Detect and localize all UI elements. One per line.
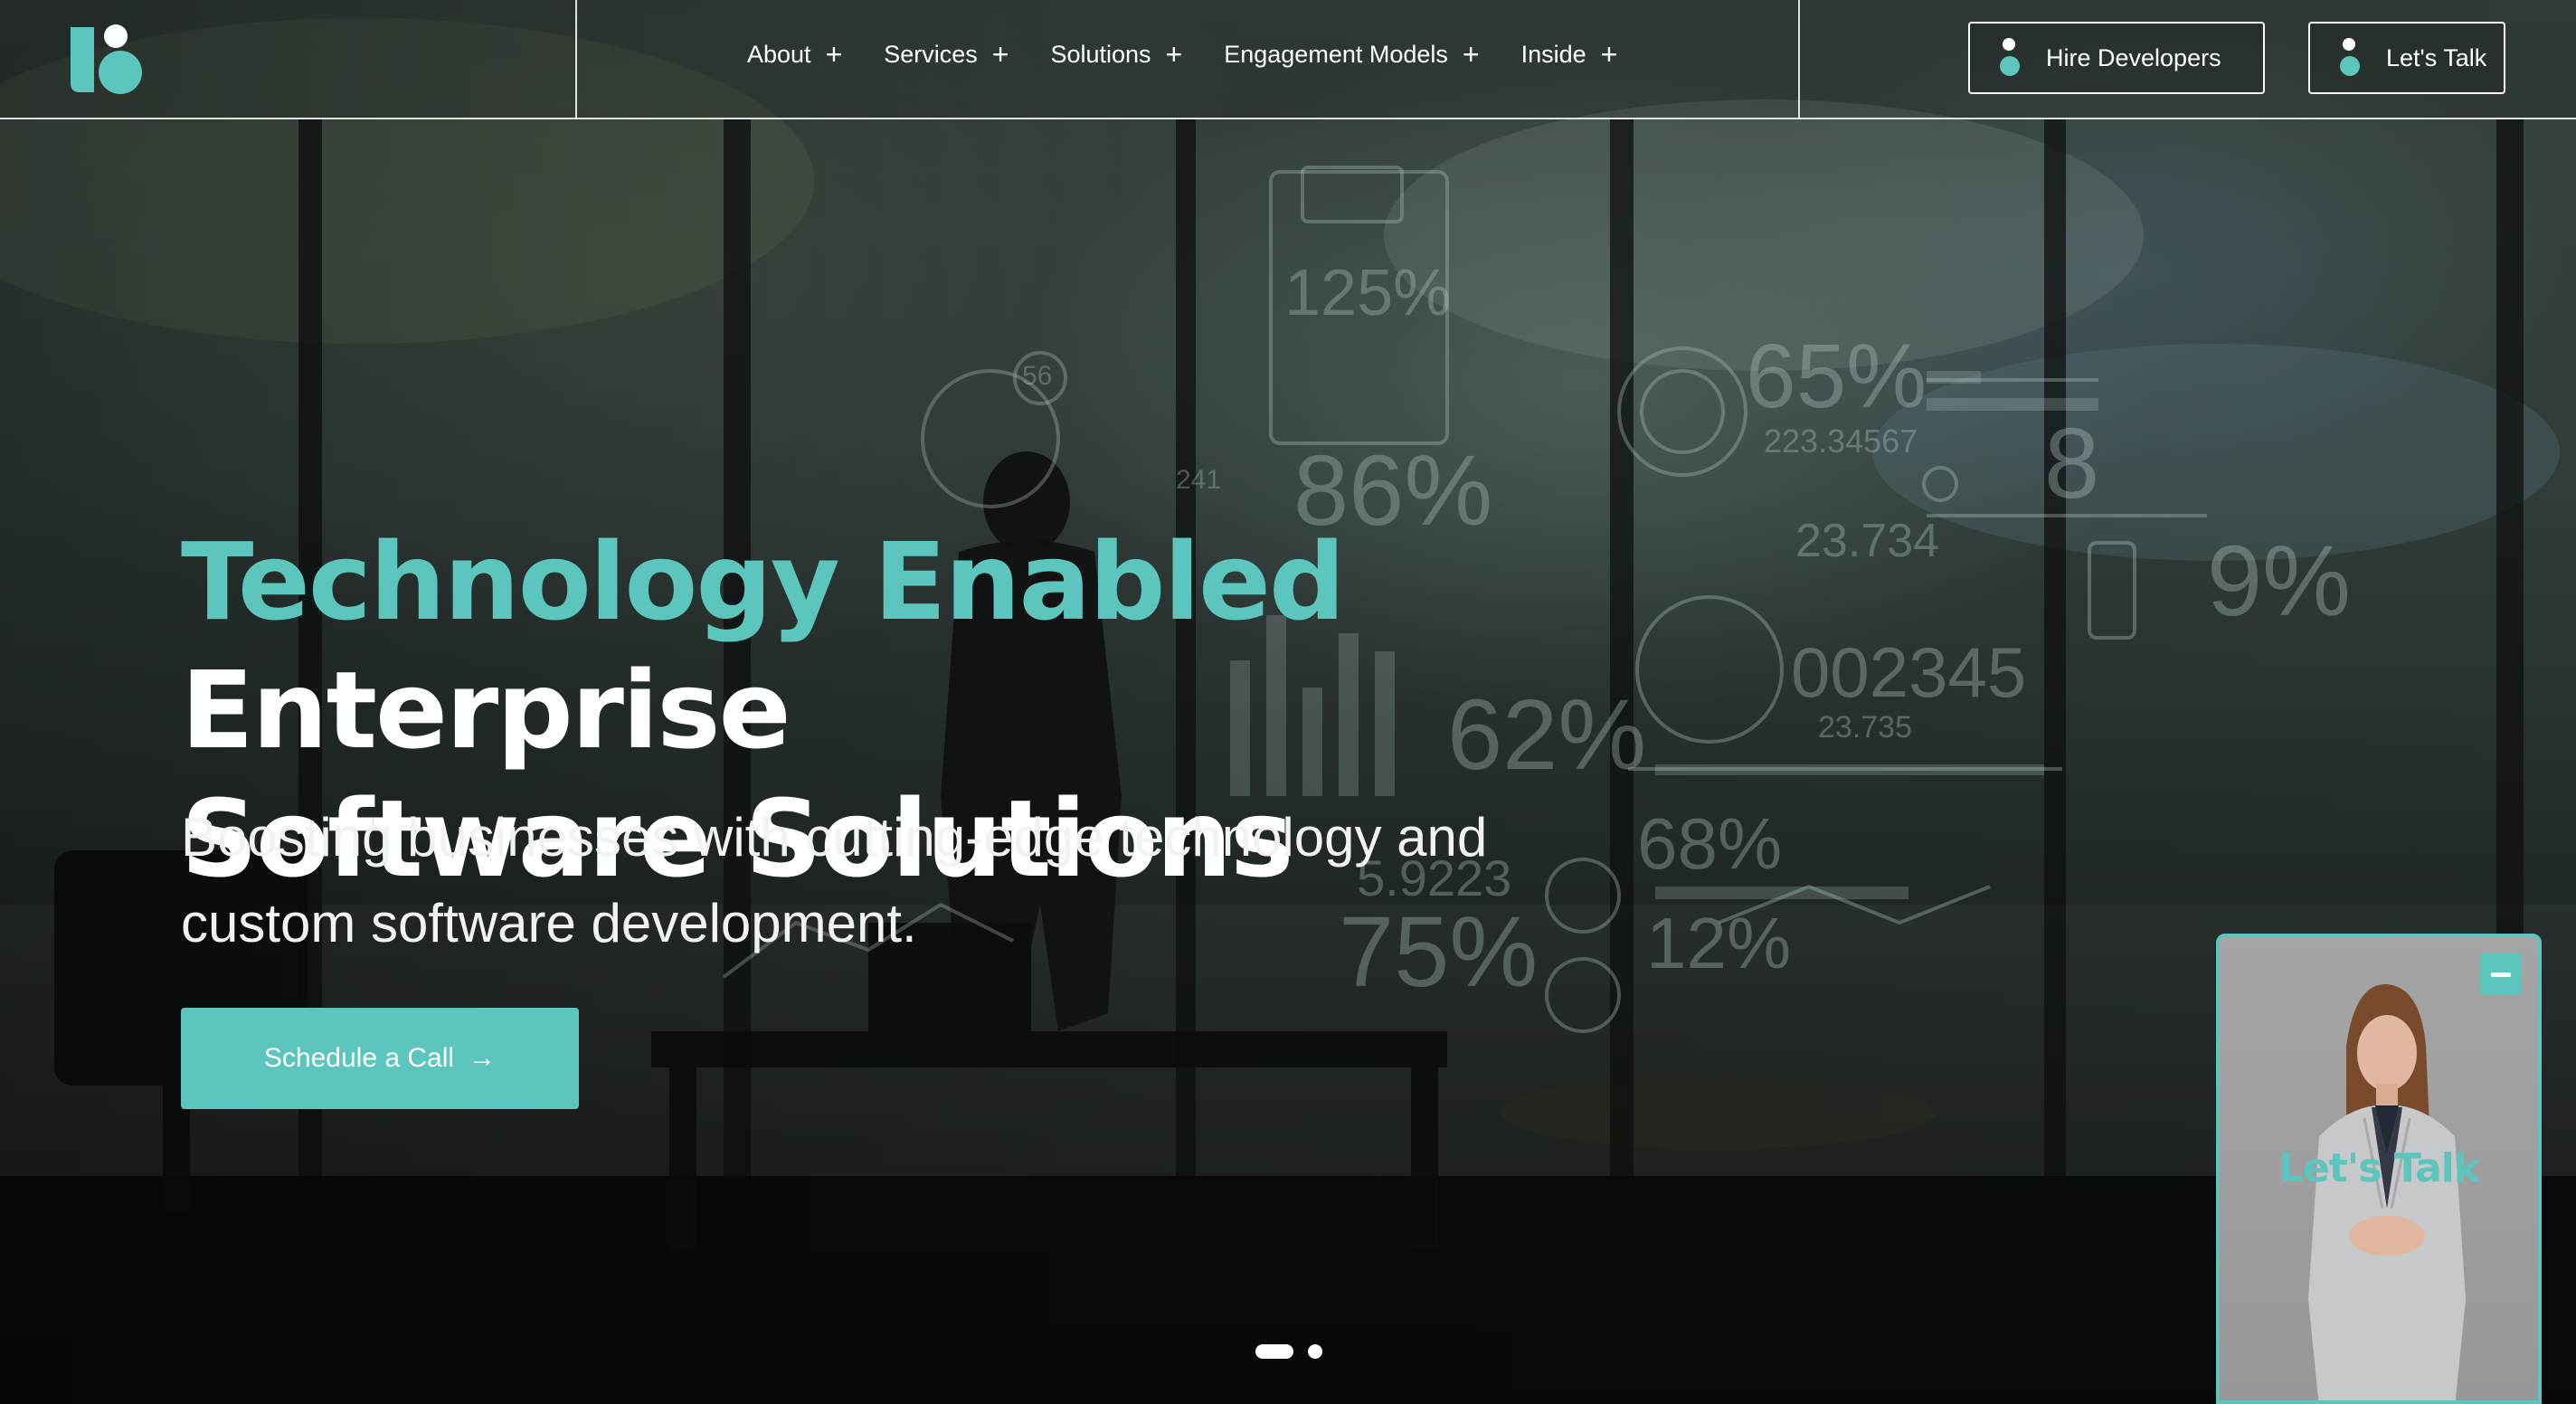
nav-item-services[interactable]: Services + — [884, 40, 1009, 69]
header-divider — [575, 0, 577, 119]
nav-item-about[interactable]: About + — [747, 40, 842, 69]
nav-item-label: Engagement Models — [1224, 40, 1448, 68]
lets-talk-label: Let's Talk — [2386, 43, 2487, 71]
brand-dot-icon — [1997, 38, 2022, 78]
nav-item-engagement-models[interactable]: Engagement Models + — [1224, 40, 1479, 69]
site-header: About + Services + Solutions + Engagemen… — [0, 0, 2576, 119]
minimize-button[interactable] — [2480, 953, 2522, 995]
headline-rest: Enterprise — [181, 648, 791, 773]
nav-item-label: Solutions — [1050, 40, 1151, 68]
hero-subtext: Boosting businesses with cutting-edge te… — [181, 807, 1488, 953]
nav-item-label: Services — [884, 40, 978, 68]
hire-developers-button[interactable]: Hire Developers — [1968, 22, 2265, 94]
plus-icon: + — [825, 38, 843, 71]
nav-item-inside[interactable]: Inside + — [1521, 40, 1618, 69]
carousel-dot-active[interactable] — [1255, 1344, 1293, 1359]
schedule-call-button[interactable]: Schedule a Call → — [181, 1008, 579, 1109]
hire-developers-label: Hire Developers — [2046, 43, 2221, 71]
header-divider — [1798, 0, 1800, 119]
schedule-call-label: Schedule a Call — [263, 1043, 455, 1073]
headline-accent: Technology Enabled — [181, 519, 1346, 644]
plus-icon: + — [1165, 38, 1183, 71]
brand-logo[interactable] — [71, 24, 143, 96]
lets-talk-button[interactable]: Let's Talk — [2308, 22, 2505, 94]
plus-icon: + — [1462, 38, 1480, 71]
carousel-pagination — [1255, 1344, 1322, 1359]
nav-item-solutions[interactable]: Solutions + — [1050, 40, 1182, 69]
arrow-right-icon: → — [469, 1043, 497, 1073]
minimize-icon — [2491, 972, 2511, 977]
main-nav: About + Services + Solutions + Engagemen… — [747, 40, 1659, 69]
nav-item-label: About — [747, 40, 811, 68]
video-chat-widget[interactable]: Let's Talk — [2216, 934, 2542, 1404]
carousel-dot[interactable] — [1308, 1344, 1322, 1359]
brand-dot-icon — [2337, 38, 2363, 78]
widget-label: Let's Talk — [2278, 1145, 2480, 1191]
plus-icon: + — [1600, 38, 1618, 71]
nav-item-label: Inside — [1520, 40, 1586, 68]
logo-icon — [71, 24, 142, 94]
plus-icon: + — [991, 38, 1009, 71]
